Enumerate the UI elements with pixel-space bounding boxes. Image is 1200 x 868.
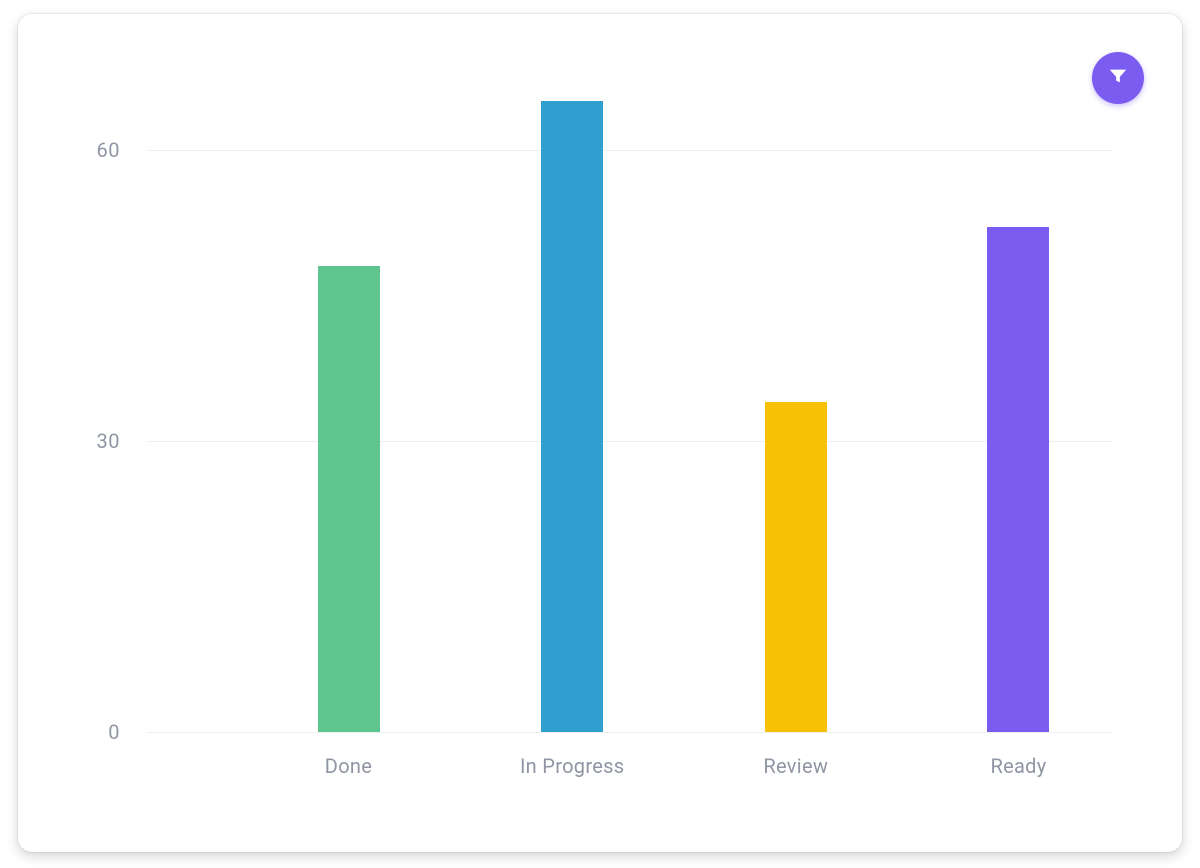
- bar-ready[interactable]: [987, 227, 1049, 732]
- y-tick-label: 30: [78, 429, 138, 453]
- chart-card: 0 30 60 Done In Progress Review Ready: [18, 14, 1182, 852]
- y-tick-label: 60: [78, 138, 138, 162]
- bar-review[interactable]: [765, 402, 827, 732]
- x-tick-label: In Progress: [520, 754, 624, 778]
- x-tick-label: Ready: [990, 754, 1046, 778]
- y-tick-label: 0: [78, 720, 138, 744]
- x-tick-label: Done: [325, 754, 372, 778]
- bar-in-progress[interactable]: [541, 101, 603, 732]
- plot-area: [148, 72, 1112, 732]
- x-tick-label: Review: [763, 754, 828, 778]
- bar-done[interactable]: [318, 266, 380, 732]
- bar-chart: 0 30 60 Done In Progress Review Ready: [78, 62, 1122, 792]
- gridline: [148, 732, 1112, 733]
